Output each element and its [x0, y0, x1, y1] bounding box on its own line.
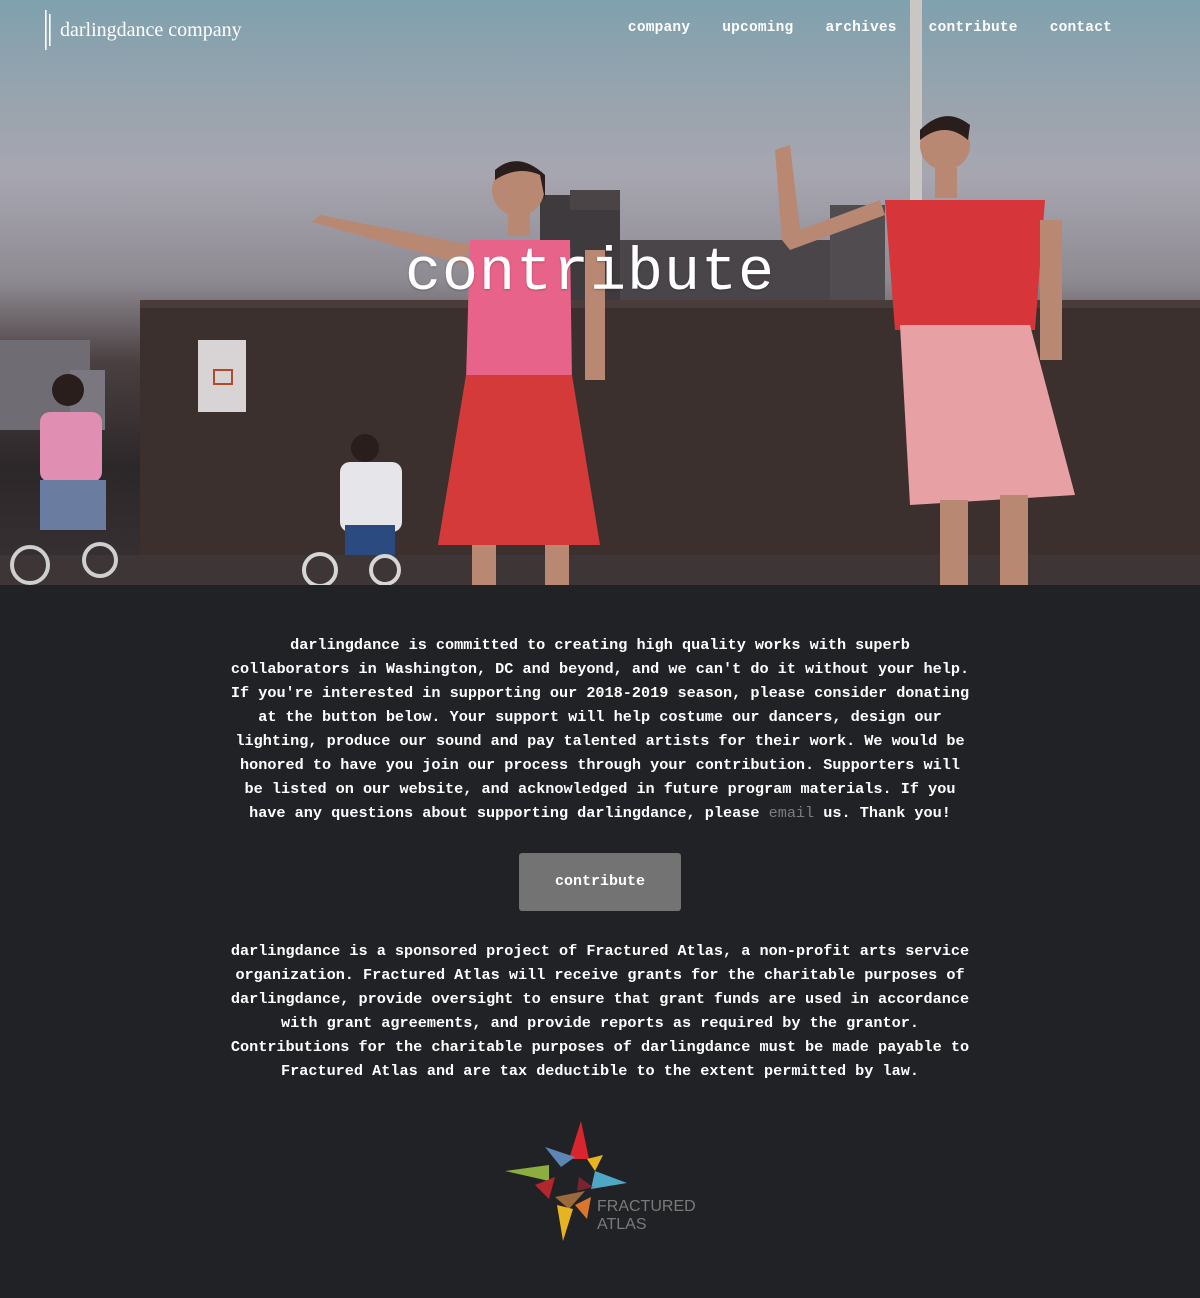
fractured-atlas-logo[interactable]: FRACTURED ATLAS	[505, 1119, 696, 1254]
main-content: darlingdance is committed to creating hi…	[230, 585, 970, 1254]
sponsor-logo-line1: FRACTURED	[597, 1198, 695, 1215]
fractured-atlas-star-icon: FRACTURED ATLAS	[505, 1121, 696, 1241]
logo-text: darlingdance company	[60, 18, 242, 41]
sponsor-logo-line2: ATLAS	[597, 1216, 647, 1233]
intro-paragraph: darlingdance is committed to creating hi…	[230, 633, 970, 825]
site-header: darlingdance company company upcoming ar…	[0, 0, 1200, 60]
logo-mark-icon	[45, 10, 51, 50]
nav-item-upcoming[interactable]: upcoming	[722, 20, 793, 36]
main-nav: company upcoming archives contribute con…	[596, 20, 1112, 36]
intro-text-end: us. Thank you!	[823, 804, 951, 822]
nav-item-contact[interactable]: contact	[1050, 20, 1112, 36]
nav-item-contribute[interactable]: contribute	[929, 20, 1018, 36]
email-link[interactable]: email	[769, 804, 815, 822]
intro-text: darlingdance is committed to creating hi…	[230, 636, 970, 822]
nav-item-archives[interactable]: archives	[825, 20, 896, 36]
button-wrapper: contribute	[230, 853, 970, 911]
contribute-button[interactable]: contribute	[519, 853, 681, 911]
hero-banner: darlingdance company company upcoming ar…	[0, 0, 1200, 585]
sponsor-paragraph: darlingdance is a sponsored project of F…	[230, 942, 970, 1080]
logo-link[interactable]: darlingdance company	[44, 10, 242, 50]
page-title: contribute	[404, 240, 776, 308]
nav-item-company[interactable]: company	[628, 20, 690, 36]
